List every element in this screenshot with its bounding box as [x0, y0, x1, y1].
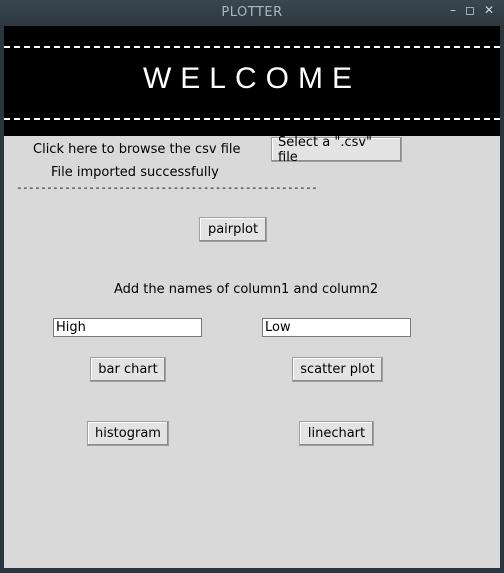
scatter-plot-button[interactable]: scatter plot	[292, 357, 383, 382]
close-icon[interactable]: ✕	[484, 3, 494, 17]
banner-top-dashes	[4, 46, 500, 48]
select-csv-button[interactable]: Select a ".csv" file	[271, 135, 402, 165]
column2-input[interactable]	[262, 318, 411, 337]
maximize-icon[interactable]: ◻	[465, 3, 475, 17]
pairplot-button[interactable]: pairplot	[199, 217, 267, 242]
app-window: PLOTTER – ◻ ✕ WELCOME Click here to brow…	[0, 0, 504, 573]
bar-chart-button[interactable]: bar chart	[90, 357, 166, 382]
main-panel: WELCOME Click here to browse the csv fil…	[4, 26, 500, 568]
histogram-button[interactable]: histogram	[87, 421, 169, 446]
window-bottom-border	[0, 568, 504, 573]
window-title: PLOTTER	[221, 5, 283, 20]
column1-input[interactable]	[53, 318, 202, 337]
separator-line: ----------------------------------------…	[16, 181, 318, 194]
minimize-icon[interactable]: –	[450, 3, 456, 17]
browse-label: Click here to browse the csv file	[33, 142, 241, 157]
import-status: File imported successfully	[51, 165, 219, 180]
window-controls: – ◻ ✕	[450, 3, 494, 17]
columns-instruction: Add the names of column1 and column2	[114, 282, 379, 297]
banner-bottom-dashes	[4, 118, 500, 120]
linechart-button[interactable]: linechart	[299, 421, 374, 446]
welcome-banner: WELCOME	[4, 26, 500, 136]
title-bar[interactable]: PLOTTER – ◻ ✕	[0, 0, 504, 26]
welcome-heading: WELCOME	[142, 62, 361, 95]
